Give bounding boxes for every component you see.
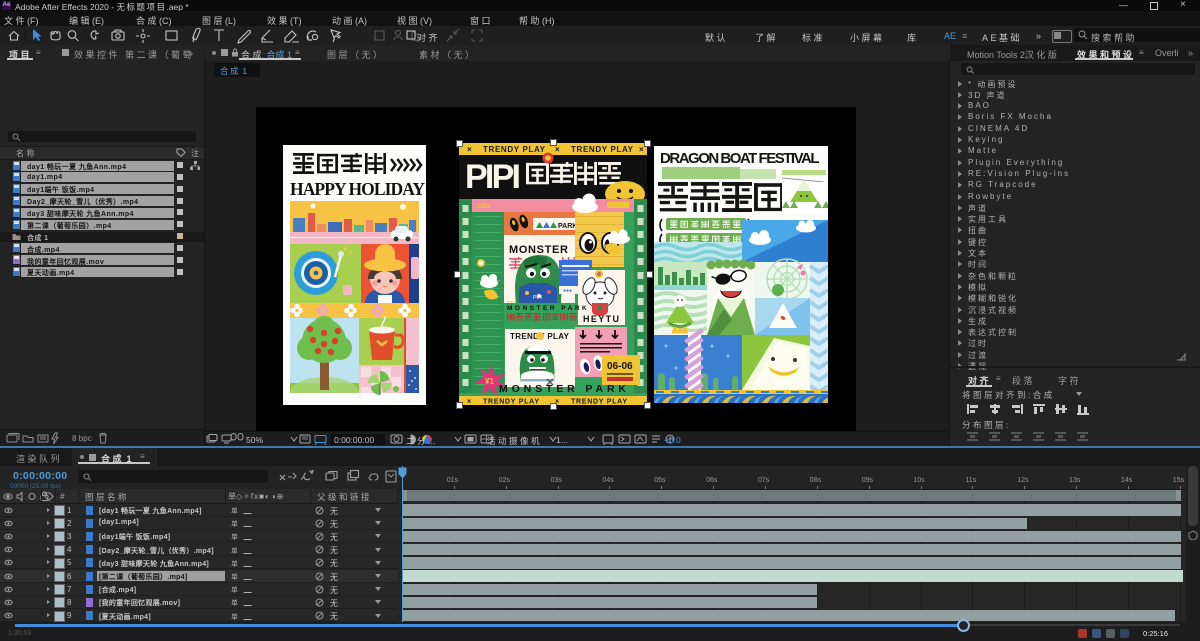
svg-text:MONSTER PARK: MONSTER PARK bbox=[499, 383, 629, 395]
svg-text:2022: 2022 bbox=[477, 204, 491, 210]
svg-text:●●●: ●●● bbox=[563, 288, 572, 294]
svg-text:MONSTER PARK: MONSTER PARK bbox=[507, 305, 589, 312]
svg-text:DRAGON BOAT FESTIVAL: DRAGON BOAT FESTIVAL bbox=[660, 150, 820, 167]
svg-text:PIPI: PIPI bbox=[533, 295, 542, 301]
svg-text:HEYTU: HEYTU bbox=[583, 314, 621, 324]
svg-text:● ● ●: ● ● ● bbox=[507, 299, 517, 304]
svg-text:×: × bbox=[467, 145, 472, 154]
svg-text:MONSTER: MONSTER bbox=[509, 244, 570, 256]
svg-text:TRENDY PLAY: TRENDY PLAY bbox=[483, 399, 539, 406]
svg-text:PIPI: PIPI bbox=[465, 158, 521, 196]
svg-text:¥1: ¥1 bbox=[485, 377, 494, 386]
svg-text:TRENDY PLAY: TRENDY PLAY bbox=[571, 399, 627, 406]
svg-text:PARK: PARK bbox=[558, 223, 577, 230]
svg-text:×: × bbox=[555, 145, 560, 154]
svg-text:TRENDY PLAY: TRENDY PLAY bbox=[483, 145, 546, 154]
svg-text:HAPPY HOLIDAY: HAPPY HOLIDAY bbox=[290, 179, 425, 199]
svg-text:06-06: 06-06 bbox=[607, 361, 633, 372]
svg-text:×: × bbox=[467, 399, 471, 406]
svg-text:TRENDY PLAY: TRENDY PLAY bbox=[571, 145, 634, 154]
